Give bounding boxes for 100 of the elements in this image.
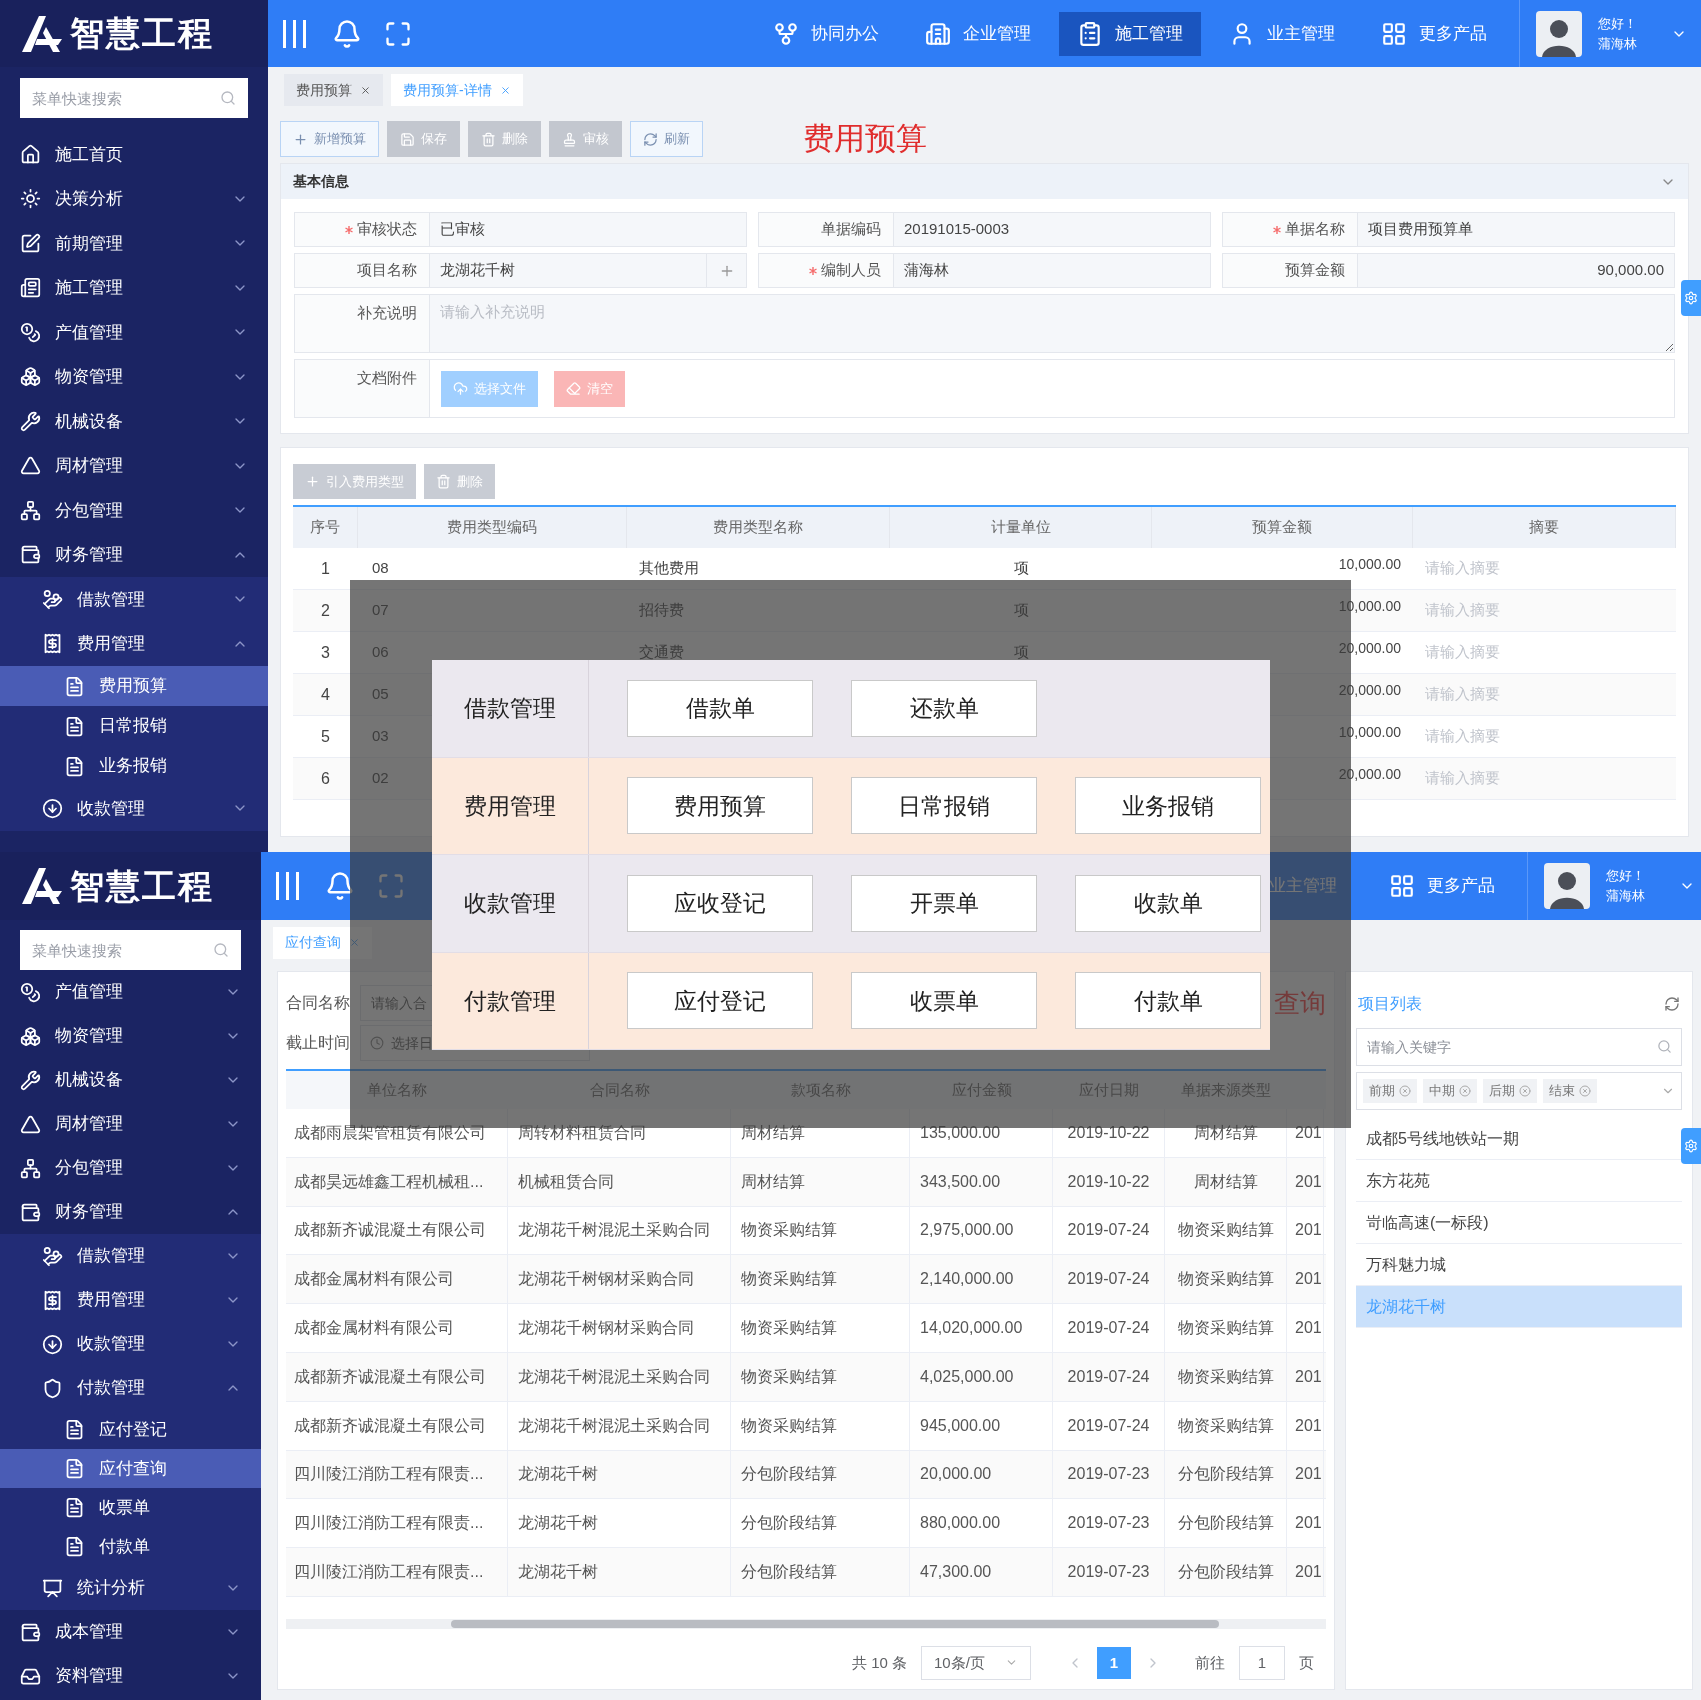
sidebar-item[interactable]: 应付登记 — [0, 1410, 261, 1449]
sidebar-item[interactable]: 收票单 — [0, 1488, 261, 1527]
nav-tab[interactable]: 协同办公 — [755, 11, 897, 56]
keyword-search-field[interactable]: 请输入关键字 — [1356, 1028, 1682, 1066]
tag-select[interactable]: 前期 中期 后期 结束 — [1356, 1072, 1682, 1110]
table-cell-text: 5 — [320, 726, 331, 747]
sidebar-item[interactable]: 收款管理 — [0, 1322, 261, 1366]
avatar[interactable] — [1544, 863, 1590, 909]
sidebar-item[interactable]: 机械设备 — [0, 1058, 261, 1102]
goto-page-field[interactable]: 1 — [1239, 1645, 1285, 1680]
table-cell: 龙湖花千树混泥土采购合同 — [508, 1206, 731, 1255]
sidebar-item[interactable]: 财务管理 — [0, 532, 268, 577]
sidebar-item[interactable]: 周材管理 — [0, 1102, 261, 1146]
sidebar-item[interactable]: 周材管理 — [0, 443, 268, 488]
table-cell: 2019-07-23 — [1053, 1499, 1165, 1548]
menu-button[interactable]: 借款单 — [627, 679, 813, 737]
project-item[interactable]: 东方花苑 — [1356, 1160, 1682, 1202]
settings-tab[interactable] — [1681, 1128, 1701, 1164]
filter-tag[interactable]: 结束 — [1543, 1079, 1597, 1103]
menu-search-field[interactable]: 菜单快速搜索 — [20, 930, 241, 970]
note-field[interactable]: 请输入摘要 — [1413, 548, 1676, 589]
sidebar-item[interactable]: 统计分析 — [0, 1566, 261, 1610]
menu-button[interactable]: 还款单 — [851, 679, 1037, 737]
sidebar-item[interactable]: 产值管理 — [0, 310, 268, 355]
filter-tag[interactable]: 后期 — [1483, 1079, 1537, 1103]
nav-tab[interactable]: 更多产品 — [1371, 864, 1513, 908]
page-size-select[interactable]: 10条/页 — [921, 1645, 1031, 1680]
table-cell-text: 3 — [320, 642, 331, 663]
close-icon[interactable] — [499, 84, 511, 96]
sidebar-item[interactable]: 费用管理 — [0, 621, 268, 666]
sidebar-item[interactable]: 机械设备 — [0, 399, 268, 444]
sidebar-item[interactable]: 付款单 — [0, 1527, 261, 1566]
note-field[interactable]: 请输入摘要 — [1413, 716, 1676, 757]
sidebar-item[interactable]: 施工管理 — [0, 265, 268, 310]
remove-icon[interactable] — [1399, 1085, 1411, 1097]
sidebar-item[interactable]: 成本管理 — [0, 1610, 261, 1654]
menu-button[interactable]: 日常报销 — [851, 777, 1037, 835]
fullscreen-icon[interactable] — [384, 19, 412, 48]
sidebar-item[interactable]: 费用预算 — [0, 666, 268, 706]
menu-button[interactable]: 应收登记 — [627, 874, 813, 932]
remove-icon[interactable] — [1579, 1085, 1591, 1097]
menu-button[interactable]: 付款单 — [1075, 972, 1261, 1030]
sidebar-item[interactable]: 决策分析 — [0, 176, 268, 221]
sidebar-item[interactable]: 业务报销 — [0, 746, 268, 786]
filter-tag[interactable]: 中期 — [1423, 1079, 1477, 1103]
table-cell-text: 6 — [320, 768, 331, 789]
menu-button[interactable]: 收款单 — [1075, 874, 1261, 932]
avatar[interactable] — [1536, 10, 1582, 57]
nav-tab[interactable]: 企业管理 — [907, 11, 1049, 56]
table-cell: 分包阶段结算 — [731, 1450, 910, 1499]
sidebar-item[interactable]: 借款管理 — [0, 577, 268, 622]
grid-icon — [1381, 20, 1407, 47]
table-cell: 四川陵江消防工程有限责... — [286, 1548, 508, 1596]
sidebar-item[interactable]: 产值管理 — [0, 970, 261, 1014]
filter-label: 截止时间 — [286, 1033, 350, 1053]
nav-tab[interactable]: 更多产品 — [1363, 11, 1505, 56]
sidebar-item[interactable]: 财务管理 — [0, 1190, 261, 1234]
sidebar-item[interactable]: 物资管理 — [0, 1014, 261, 1058]
sidebar-item[interactable]: 借款管理 — [0, 1234, 261, 1278]
sidebar-item[interactable]: 前期管理 — [0, 221, 268, 266]
menu-button[interactable]: 应付登记 — [627, 972, 813, 1030]
sidebar-item[interactable]: 物资管理 — [0, 354, 268, 399]
sidebar-item[interactable]: 分包管理 — [0, 488, 268, 533]
table-cell: 201 — [1287, 1499, 1324, 1548]
bell-icon[interactable] — [332, 18, 362, 49]
remove-icon[interactable] — [1459, 1085, 1471, 1097]
menu-button[interactable]: 开票单 — [851, 874, 1037, 932]
sidebar-item[interactable]: 资料管理 — [0, 1654, 261, 1698]
settings-tab[interactable] — [1681, 280, 1701, 316]
user-name: 蒲海林 — [1606, 887, 1645, 905]
remove-icon[interactable] — [1519, 1085, 1531, 1097]
nav-tab[interactable]: 业主管理 — [1211, 11, 1353, 56]
table-cell: 分包阶段结算 — [1165, 1450, 1287, 1499]
plus-icon — [305, 474, 320, 489]
close-icon[interactable] — [360, 84, 371, 96]
sidebar-item[interactable]: 付款管理 — [0, 1366, 261, 1410]
table-cell: 分包阶段结算 — [731, 1548, 910, 1596]
page-tab[interactable]: 费用预算 — [284, 74, 383, 106]
menu-search-field[interactable]: 菜单快速搜索 — [20, 78, 248, 118]
nav-tab[interactable]: 施工管理 — [1059, 11, 1201, 56]
sidebar-item[interactable]: 分包管理 — [0, 1146, 261, 1190]
filter-label: 合同名称 — [286, 993, 350, 1013]
sidebar-item[interactable]: 应付查询 — [0, 1449, 261, 1488]
wrench-icon — [20, 1069, 41, 1091]
menu-group-label: 费用管理 — [464, 791, 556, 821]
refresh-icon[interactable] — [1664, 996, 1680, 1012]
menu-button[interactable]: 收票单 — [851, 972, 1037, 1030]
panel-title: 项目列表 — [1358, 994, 1422, 1014]
sidebar-item[interactable]: 费用管理 — [0, 1278, 261, 1322]
menu-button[interactable]: 费用预算 — [627, 777, 813, 835]
sidebar-item[interactable]: 日常报销 — [0, 706, 268, 746]
table-cell: 201 — [1287, 1255, 1324, 1304]
project-item[interactable]: 岢临高速(一标段) — [1356, 1202, 1682, 1244]
sidebar-item[interactable]: 收款管理 — [0, 786, 268, 831]
menu-button[interactable]: 业务报销 — [1075, 777, 1261, 835]
filter-tag[interactable]: 前期 — [1363, 1079, 1417, 1103]
settings-icon — [1684, 291, 1698, 305]
document-icon — [64, 1497, 85, 1518]
note-field[interactable]: 请输入摘要 — [1413, 632, 1676, 673]
sidebar-item[interactable]: 施工首页 — [0, 132, 268, 177]
